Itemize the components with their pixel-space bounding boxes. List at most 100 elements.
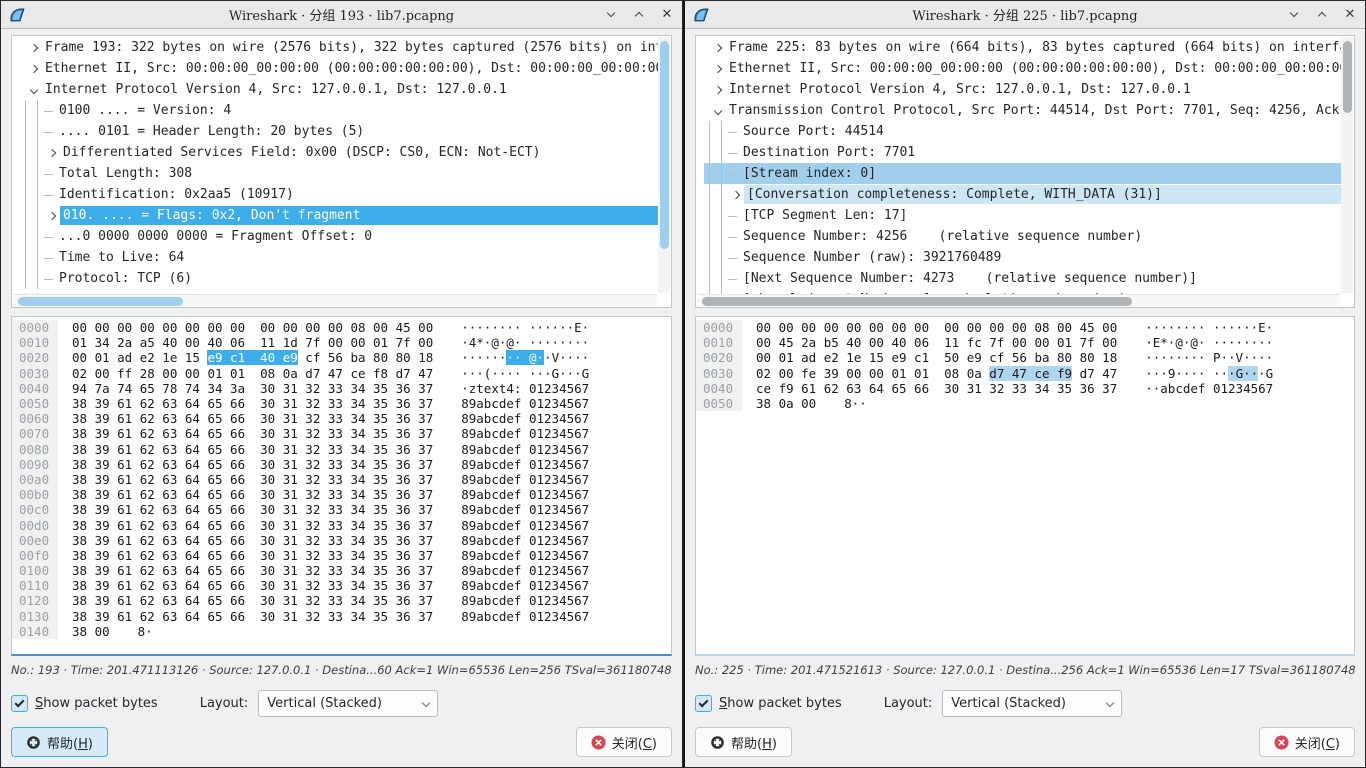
- help-button[interactable]: 帮助(H): [11, 727, 108, 757]
- show-packet-bytes-checkbox[interactable]: [11, 695, 28, 712]
- hex-row[interactable]: 00e038 39 61 62 63 64 65 66 30 31 32 33 …: [12, 533, 671, 548]
- hex-row[interactable]: 00f038 39 61 62 63 64 65 66 30 31 32 33 …: [12, 548, 671, 563]
- hex-row[interactable]: 008038 39 61 62 63 64 65 66 30 31 32 33 …: [12, 442, 671, 457]
- maximize-chevron-up-icon[interactable]: [1315, 8, 1329, 22]
- titlebar[interactable]: Wireshark · 分组 225 · lib7.pcapng ✕: [685, 1, 1365, 29]
- hex-row[interactable]: 000000 00 00 00 00 00 00 00 00 00 00 00 …: [696, 320, 1354, 335]
- hex-row[interactable]: 00a038 39 61 62 63 64 65 66 30 31 32 33 …: [12, 472, 671, 487]
- tree-vertical-scrollbar[interactable]: [658, 37, 670, 293]
- hex-bytes: 00 00 00 00 00 00 00 00 00 00 00 00 08 0…: [756, 320, 1117, 335]
- layout-select[interactable]: Vertical (Stacked): [258, 690, 438, 717]
- tree-row[interactable]: Ethernet II, Src: 00:00:00_00:00:00 (00:…: [20, 58, 658, 79]
- chevron-right-icon[interactable]: [26, 45, 42, 51]
- show-packet-bytes-checkbox[interactable]: [695, 695, 712, 712]
- scrollbar-thumb[interactable]: [1343, 41, 1352, 113]
- hex-row[interactable]: 003002 00 fe 39 00 00 01 01 08 0a d7 47 …: [696, 366, 1354, 381]
- chevron-right-icon[interactable]: [710, 87, 726, 93]
- tree-row-label: Destination Port: 7701: [740, 143, 1341, 162]
- tree-row[interactable]: Protocol: TCP (6): [20, 268, 658, 289]
- chevron-right-icon[interactable]: [44, 150, 60, 156]
- tree-guide: [716, 163, 728, 184]
- tree-row[interactable]: Frame 225: 83 bytes on wire (664 bits), …: [704, 37, 1341, 58]
- close-button[interactable]: 关闭(C): [1259, 727, 1355, 757]
- tree-row[interactable]: Time to Live: 64: [20, 247, 658, 268]
- hex-row[interactable]: 00b038 39 61 62 63 64 65 66 30 31 32 33 …: [12, 487, 671, 502]
- tree-row[interactable]: Transmission Control Protocol, Src Port:…: [704, 100, 1341, 121]
- chevron-right-icon[interactable]: [44, 213, 60, 219]
- tree-row[interactable]: 010. .... = Flags: 0x2, Don't fragment: [20, 205, 658, 226]
- help-button[interactable]: 帮助(H): [695, 727, 792, 757]
- hex-row[interactable]: 001000 45 2a b5 40 00 40 06 11 fc 7f 00 …: [696, 335, 1354, 350]
- hex-ascii: ········ @··V····: [461, 350, 589, 365]
- tree-horizontal-scrollbar[interactable]: [697, 294, 1340, 306]
- hex-row[interactable]: 012038 39 61 62 63 64 65 66 30 31 32 33 …: [12, 593, 671, 608]
- hex-row[interactable]: 000000 00 00 00 00 00 00 00 00 00 00 00 …: [12, 320, 671, 335]
- tree-row[interactable]: Total Length: 308: [20, 163, 658, 184]
- tree-row[interactable]: .... 0101 = Header Length: 20 bytes (5): [20, 121, 658, 142]
- chevron-right-icon[interactable]: [26, 66, 42, 72]
- scrollbar-thumb[interactable]: [702, 297, 1132, 306]
- hex-offset: 0030: [12, 366, 58, 381]
- hex-row[interactable]: 0040ce f9 61 62 63 64 65 66 30 31 32 33 …: [696, 381, 1354, 396]
- tree-row[interactable]: Identification: 0x2aa5 (10917): [20, 184, 658, 205]
- tree-row[interactable]: [Next Sequence Number: 4273 (relative se…: [704, 268, 1341, 289]
- shade-chevron-down-icon[interactable]: [604, 8, 618, 22]
- tree-row[interactable]: [Conversation completeness: Complete, WI…: [704, 184, 1341, 205]
- tree-row[interactable]: [TCP Segment Len: 17]: [704, 205, 1341, 226]
- hex-row[interactable]: 004094 7a 74 65 78 74 34 3a 30 31 32 33 …: [12, 381, 671, 396]
- hex-row[interactable]: 002000 01 ad e2 1e 15 e9 c1 40 e9 cf 56 …: [12, 350, 671, 365]
- hex-row[interactable]: 001001 34 2a a5 40 00 40 06 11 1d 7f 00 …: [12, 335, 671, 350]
- tree-row[interactable]: ...0 0000 0000 0000 = Fragment Offset: 0: [20, 226, 658, 247]
- chevron-down-icon[interactable]: [710, 108, 726, 114]
- hex-row[interactable]: 013038 39 61 62 63 64 65 66 30 31 32 33 …: [12, 609, 671, 624]
- hex-row[interactable]: 00d038 39 61 62 63 64 65 66 30 31 32 33 …: [12, 517, 671, 532]
- maximize-chevron-up-icon[interactable]: [632, 8, 646, 22]
- tree-guide: [716, 121, 728, 142]
- chevron-down-icon[interactable]: [26, 87, 42, 93]
- hex-row[interactable]: 011038 39 61 62 63 64 65 66 30 31 32 33 …: [12, 578, 671, 593]
- hex-row[interactable]: 014038 008·: [12, 624, 671, 639]
- shade-chevron-down-icon[interactable]: [1287, 8, 1301, 22]
- layout-select[interactable]: Vertical (Stacked): [942, 690, 1122, 717]
- chevron-right-icon[interactable]: [710, 45, 726, 51]
- tree-row[interactable]: Sequence Number (raw): 3921760489: [704, 247, 1341, 268]
- tree-row[interactable]: Destination Port: 7701: [704, 142, 1341, 163]
- close-icon[interactable]: ✕: [660, 8, 674, 22]
- hex-row[interactable]: 005038 0a 008··: [696, 396, 1354, 411]
- tree-row[interactable]: Internet Protocol Version 4, Src: 127.0.…: [20, 79, 658, 100]
- chevron-right-icon[interactable]: [728, 192, 744, 198]
- close-icon[interactable]: ✕: [1343, 8, 1357, 22]
- show-packet-bytes-label[interactable]: Show packet bytes: [719, 696, 842, 711]
- hex-row[interactable]: 010038 39 61 62 63 64 65 66 30 31 32 33 …: [12, 563, 671, 578]
- close-button[interactable]: 关闭(C): [576, 727, 672, 757]
- show-packet-bytes-label[interactable]: Show packet bytes: [35, 696, 158, 711]
- hex-row[interactable]: 00c038 39 61 62 63 64 65 66 30 31 32 33 …: [12, 502, 671, 517]
- tree-row[interactable]: Ethernet II, Src: 00:00:00_00:00:00 (00:…: [704, 58, 1341, 79]
- packet-bytes-pane[interactable]: 000000 00 00 00 00 00 00 00 00 00 00 00 …: [11, 316, 672, 656]
- packet-bytes-pane[interactable]: 000000 00 00 00 00 00 00 00 00 00 00 00 …: [695, 316, 1355, 656]
- layout-select-value: Vertical (Stacked): [267, 696, 423, 711]
- tree-row[interactable]: Frame 193: 322 bytes on wire (2576 bits)…: [20, 37, 658, 58]
- tree-horizontal-scrollbar[interactable]: [13, 294, 657, 306]
- hex-row[interactable]: 006038 39 61 62 63 64 65 66 30 31 32 33 …: [12, 411, 671, 426]
- dialog-content: Frame 225: 83 bytes on wire (664 bits), …: [685, 29, 1365, 767]
- tree-row[interactable]: Source Port: 44514: [704, 121, 1341, 142]
- hex-row[interactable]: 007038 39 61 62 63 64 65 66 30 31 32 33 …: [12, 426, 671, 441]
- packet-dialog-window-225: Wireshark · 分组 225 · lib7.pcapng ✕ Frame…: [683, 0, 1366, 768]
- scrollbar-thumb[interactable]: [660, 41, 669, 249]
- hex-row[interactable]: 002000 01 ad e2 1e 15 e9 c1 50 e9 cf 56 …: [696, 350, 1354, 365]
- tree-row[interactable]: 0100 .... = Version: 4: [20, 100, 658, 121]
- tree-row[interactable]: Sequence Number: 4256 (relative sequence…: [704, 226, 1341, 247]
- hex-ascii: ···(···· ···G···G: [461, 366, 589, 381]
- hex-row[interactable]: 003002 00 ff 28 00 00 01 01 08 0a d7 47 …: [12, 366, 671, 381]
- tree-vertical-scrollbar[interactable]: [1341, 37, 1353, 293]
- tree-row[interactable]: [Stream index: 0]: [704, 163, 1341, 184]
- scrollbar-thumb[interactable]: [18, 297, 183, 306]
- tree-row[interactable]: Differentiated Services Field: 0x00 (DSC…: [20, 142, 658, 163]
- chevron-right-icon[interactable]: [710, 66, 726, 72]
- hex-ascii: 89abcdef 01234567: [461, 457, 589, 472]
- titlebar[interactable]: Wireshark · 分组 193 · lib7.pcapng ✕: [1, 1, 682, 29]
- hex-row[interactable]: 005038 39 61 62 63 64 65 66 30 31 32 33 …: [12, 396, 671, 411]
- hex-row[interactable]: 009038 39 61 62 63 64 65 66 30 31 32 33 …: [12, 457, 671, 472]
- tree-row[interactable]: Internet Protocol Version 4, Src: 127.0.…: [704, 79, 1341, 100]
